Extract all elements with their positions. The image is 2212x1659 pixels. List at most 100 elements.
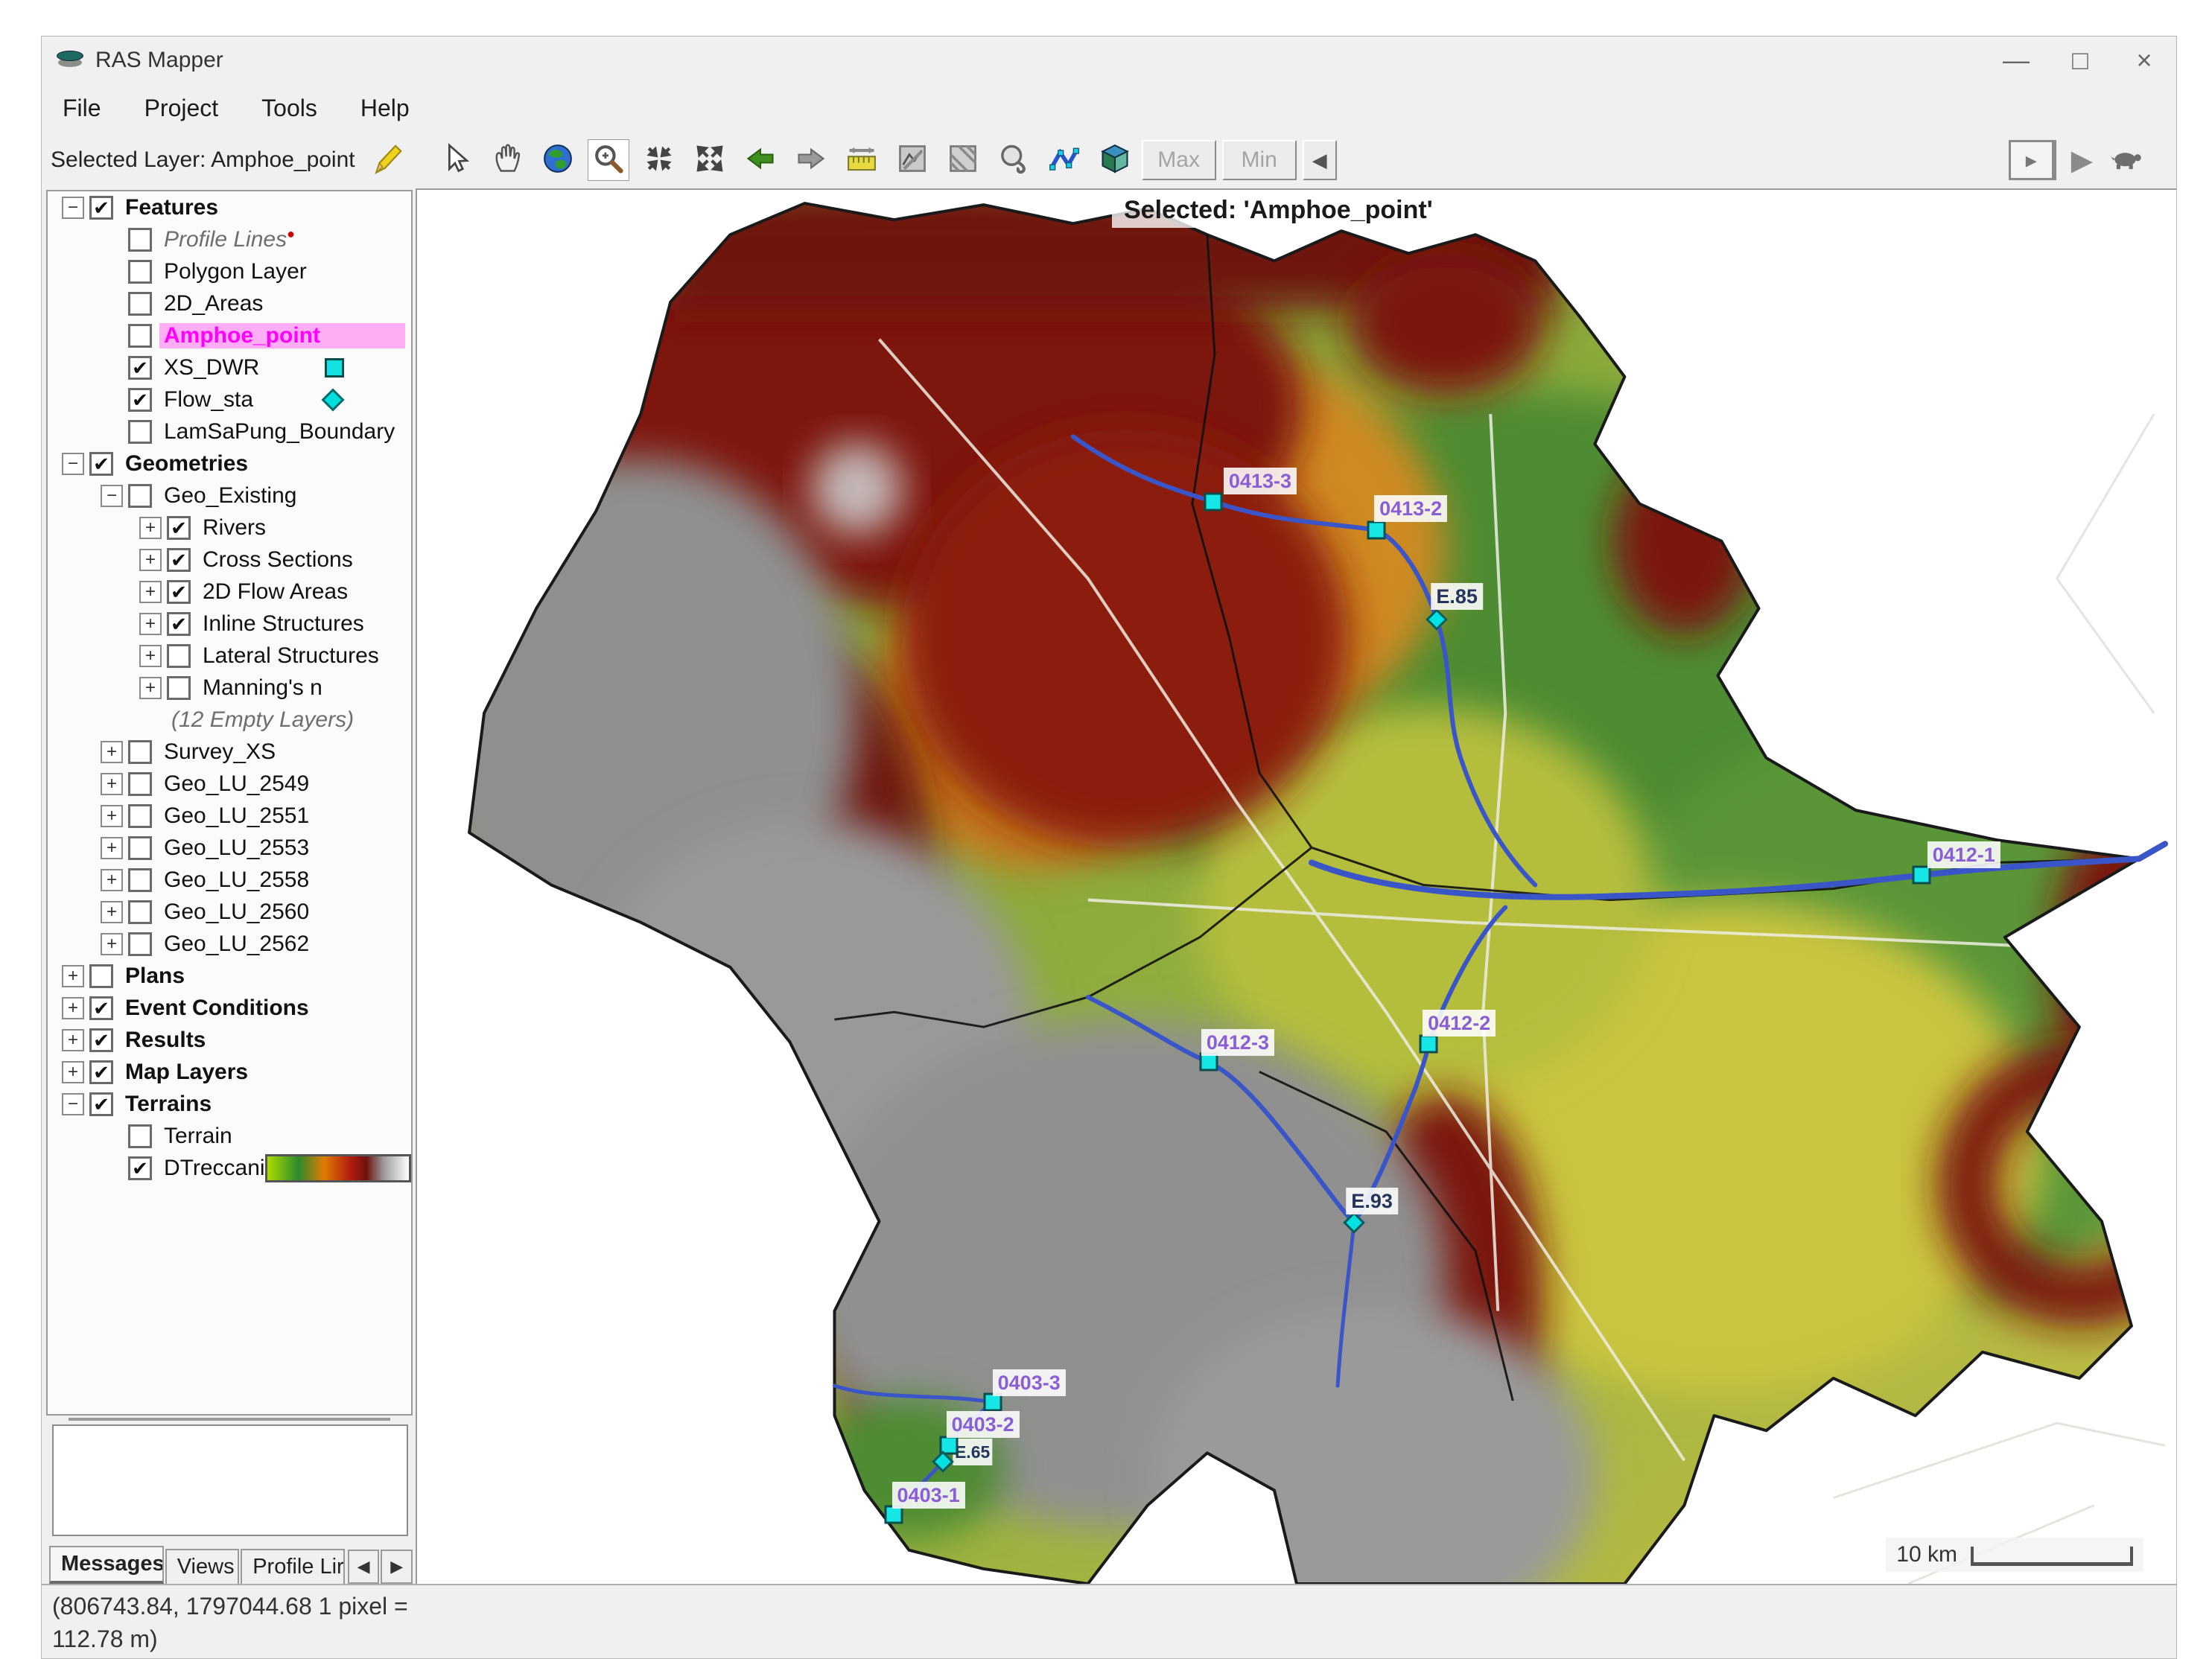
animation-step-button[interactable]: ▸ [2009,140,2056,180]
expand-icon[interactable]: + [62,965,84,987]
checkbox-unchecked[interactable] [128,1124,152,1148]
animation-play-button[interactable]: ▶ [2071,144,2093,177]
tab-scroll-right-icon[interactable]: ▶ [381,1550,413,1584]
tree-label[interactable]: Amphoe_point [159,323,405,348]
tree-node-polygon-layer[interactable]: Polygon Layer [48,255,411,287]
expand-icon[interactable]: + [62,997,84,1019]
tree-node-geo-lu-2553[interactable]: +Geo_LU_2553 [48,832,411,864]
expand-icon[interactable]: + [139,613,162,635]
next-extent-button[interactable] [790,139,832,181]
zoom-out-window-button[interactable] [689,139,731,181]
measure-tool-button[interactable] [841,139,883,181]
tree-node-geometries[interactable]: −✔Geometries [48,448,411,480]
tree-label[interactable]: Lateral Structures [198,643,384,669]
panel-splitter[interactable] [46,1416,413,1423]
zoom-in-window-button[interactable] [638,139,680,181]
tree-node-geo-lu-2558[interactable]: + Geo_LU_2558 [48,864,411,896]
checkbox-unchecked[interactable] [128,228,152,252]
tree-node-geo-lu-2562[interactable]: + Geo_LU_2562 [48,928,411,960]
tree-node-plans[interactable]: +Plans [48,960,411,992]
tree-label[interactable]: Manning's n [198,675,327,701]
edit-layer-button[interactable] [367,139,409,181]
collapse-icon[interactable]: − [62,1093,84,1115]
map-viewport[interactable]: Selected: 'Amphoe_point' 10 km 0413-3041… [416,188,2176,1584]
expand-icon[interactable]: + [101,773,123,795]
tree-node-lateral-structures[interactable]: + Lateral Structures [48,640,411,672]
tab-views[interactable]: Views [165,1549,239,1584]
tree-label[interactable]: Geometries [121,451,252,477]
tree-label[interactable]: Rivers [198,515,270,541]
tree-node-geo-existing[interactable]: −Geo_Existing [48,480,411,512]
max-button[interactable]: Max [1142,140,1216,180]
tree-node-dtreccanito-uri[interactable]: ✔DTreccanito_Uri [48,1152,411,1184]
turtle-icon[interactable] [2108,145,2146,176]
tree-label[interactable]: Geo_Existing [159,483,301,509]
checkbox-unchecked[interactable] [128,772,152,796]
checkbox-unchecked[interactable] [128,324,152,348]
expand-icon[interactable]: + [101,805,123,827]
checkbox-unchecked[interactable] [128,836,152,860]
checkbox-unchecked[interactable] [128,260,152,284]
checkbox-checked[interactable]: ✔ [89,996,113,1020]
tree-label[interactable]: Cross Sections [198,547,357,573]
expand-icon[interactable]: + [139,677,162,699]
tree-node--12-empty-layers-[interactable]: (12 Empty Layers) [48,704,411,736]
checkbox-checked[interactable]: ✔ [89,1028,113,1052]
station-marker-0412-2[interactable] [1420,1035,1438,1054]
expand-icon[interactable]: + [101,933,123,955]
minimize-button[interactable]: — [1984,38,2048,83]
tree-label[interactable]: (12 Empty Layers) [167,707,358,733]
expand-icon[interactable]: + [139,645,162,667]
zoom-tool-button[interactable] [588,139,629,181]
checkbox-checked[interactable]: ✔ [89,196,113,220]
tree-label[interactable]: Geo_LU_2551 [159,803,314,829]
checkbox-unchecked[interactable] [128,900,152,924]
checkbox-checked[interactable]: ✔ [89,1060,113,1084]
checkbox-checked[interactable]: ✔ [167,548,191,572]
tree-node-2d-flow-areas[interactable]: +✔ 2D Flow Areas [48,576,411,608]
tree-label[interactable]: Terrain [159,1124,237,1149]
expand-icon[interactable]: + [139,517,162,539]
tree-node-terrain[interactable]: Terrain [48,1120,411,1152]
checkbox-unchecked[interactable] [167,676,191,700]
collapse-icon[interactable]: − [62,197,84,219]
tree-node-xs-dwr[interactable]: ✔XS_DWR [48,351,411,383]
tree-label[interactable]: Map Layers [121,1060,252,1085]
tree-label[interactable]: Polygon Layer [159,259,311,284]
checkbox-unchecked[interactable] [128,804,152,828]
previous-extent-button[interactable] [740,139,781,181]
tree-node-inline-structures[interactable]: +✔Inline Structures [48,608,411,640]
zoom-extents-button[interactable] [537,139,579,181]
tree-label[interactable]: LamSaPung_Boundary [159,419,399,445]
tree-node-terrains[interactable]: −✔Terrains [48,1088,411,1120]
station-marker-0413-3[interactable] [1204,492,1222,511]
checkbox-checked[interactable]: ✔ [128,356,152,380]
tree-node-rivers[interactable]: +✔Rivers [48,512,411,544]
checkbox-unchecked[interactable] [128,484,152,508]
layer-tree[interactable]: −✔FeaturesProfile Lines●Polygon Layer2D_… [46,190,413,1416]
profile-lines-tool-button[interactable] [1043,139,1085,181]
tree-label[interactable]: Event Conditions [121,996,314,1021]
tree-node-geo-lu-2549[interactable]: + Geo_LU_2549 [48,768,411,800]
checkbox-checked[interactable]: ✔ [167,580,191,604]
plot-table-button[interactable] [942,139,984,181]
tree-node-profile-lines[interactable]: Profile Lines● [48,223,411,255]
menu-item-file[interactable]: File [63,95,101,122]
expand-icon[interactable]: + [101,741,123,763]
checkbox-unchecked[interactable] [89,964,113,988]
expand-icon[interactable]: + [101,869,123,891]
pan-tool-button[interactable] [486,139,528,181]
checkbox-unchecked[interactable] [128,420,152,444]
maximize-button[interactable]: □ [2048,38,2112,83]
tree-node-event-conditions[interactable]: +✔ Event Conditions [48,992,411,1024]
3d-viewer-button[interactable] [1094,139,1136,181]
tree-node-lamsapung-boundary[interactable]: LamSaPung_Boundary [48,415,411,448]
expand-icon[interactable]: + [139,581,162,603]
tree-node-amphoe-point[interactable]: Amphoe_point [48,319,411,351]
tree-label[interactable]: 2D Flow Areas [198,579,352,605]
tree-label[interactable]: Geo_LU_2558 [159,867,314,893]
tree-label[interactable]: Terrains [121,1092,216,1117]
min-button[interactable]: Min [1222,140,1297,180]
tree-label[interactable]: Geo_LU_2562 [159,932,314,957]
tree-label[interactable]: Geo_LU_2549 [159,771,314,797]
